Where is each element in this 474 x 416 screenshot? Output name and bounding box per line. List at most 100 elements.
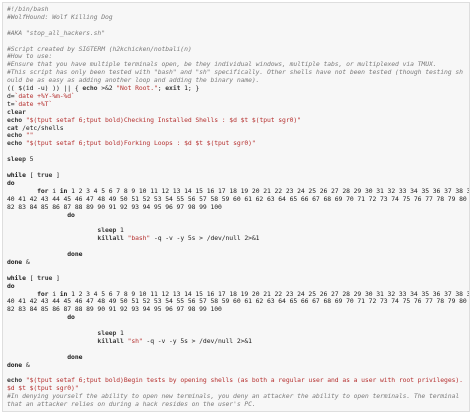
code-text: [ xyxy=(25,170,38,179)
code-text: ] xyxy=(52,170,60,179)
code-line: while [ true ] xyxy=(7,273,466,283)
code-string: "$(tput setaf 6;tput bold)Begin tests by… xyxy=(7,376,467,393)
code-text: -q -v -y 5s > /dev/null 2>&1 xyxy=(142,336,252,345)
code-text: & xyxy=(22,360,30,369)
code-command: killall xyxy=(97,336,124,345)
code-line: d=`date +%Y-%m-%d` xyxy=(7,91,466,101)
code-text: 82 83 84 85 86 87 88 89 90 91 92 93 94 9… xyxy=(7,305,222,314)
code-text: 1 2 3 4 5 6 7 8 9 10 11 12 13 14 15 16 1… xyxy=(67,186,470,195)
code-line: #WolfHound: Wolf Killing Dog xyxy=(7,12,466,22)
code-comment: #WolfHound: Wolf Killing Dog xyxy=(7,12,113,21)
code-line: #AKA "stop_all_hackers.sh" xyxy=(7,28,466,38)
code-keyword: for xyxy=(37,186,49,195)
code-keyword: do xyxy=(67,210,75,219)
code-text: 1 2 3 4 5 6 7 8 9 10 11 12 13 14 15 16 1… xyxy=(67,289,470,298)
code-comment: #Script created by SIGTERM (h2kchicken/n… xyxy=(7,44,192,53)
code-text: i xyxy=(48,289,60,298)
code-string: "Not Root." xyxy=(116,84,158,93)
code-comment: #In denying yourself the ability to open… xyxy=(7,392,463,409)
code-line: killall "bash" -q -v -y 5s > /dev/null 2… xyxy=(7,234,466,243)
code-line: do xyxy=(7,313,466,322)
code-string: "sh" xyxy=(127,336,143,345)
code-line: do xyxy=(7,210,466,220)
code-text: /etc/shells xyxy=(18,123,64,132)
code-text: -q -v -y 5s > /dev/null 2>&1 xyxy=(150,234,260,243)
code-command: exit xyxy=(165,84,181,93)
code-text: 40 41 42 43 44 45 46 47 48 49 50 51 52 5… xyxy=(7,297,470,306)
code-text: & xyxy=(22,257,30,266)
code-keyword: for xyxy=(37,289,49,298)
code-keyword: while xyxy=(7,170,26,179)
code-command: sleep xyxy=(7,155,26,164)
code-line: done & xyxy=(7,360,466,370)
code-text: ] xyxy=(52,273,60,282)
code-line: while [ true ] xyxy=(7,170,466,180)
code-line: killall "sh" -q -v -y 5s > /dev/null 2>&… xyxy=(7,336,466,346)
code-command: echo xyxy=(7,376,23,385)
code-command: killall xyxy=(97,234,124,243)
code-line: (( $(id -u) )) || { echo >&2 "Not Root."… xyxy=(7,84,466,93)
code-string: "$(tput setaf 6;tput bold)Forking Loops … xyxy=(25,139,256,148)
code-line: #Script created by SIGTERM (h2kchicken/n… xyxy=(7,44,466,54)
code-command: echo xyxy=(7,131,23,140)
code-command: clear xyxy=(7,107,26,116)
code-command: sleep xyxy=(97,226,117,235)
code-line: sleep 5 xyxy=(7,155,466,164)
code-line: 82 83 84 85 86 87 88 89 90 91 92 93 94 9… xyxy=(7,305,466,314)
code-comment: #How to use: xyxy=(7,52,53,61)
code-keyword: do xyxy=(7,281,15,290)
code-comment: #This script has only been tested with "… xyxy=(7,68,463,85)
code-line: #This script has only been tested with "… xyxy=(7,68,466,85)
code-text: 5 xyxy=(25,155,34,164)
code-line: done xyxy=(7,250,466,259)
code-command: echo xyxy=(7,139,23,148)
code-line: echo "$(tput setaf 6;tput bold)Checking … xyxy=(7,115,466,125)
code-text: i xyxy=(48,186,60,195)
code-keyword: done xyxy=(7,257,23,266)
code-command: true xyxy=(37,273,53,282)
code-line: #In denying yourself the ability to open… xyxy=(7,392,466,409)
code-text: t= xyxy=(7,99,15,108)
code-command: echo xyxy=(7,115,23,124)
code-text: 1 xyxy=(116,329,124,338)
code-string: "" xyxy=(25,131,34,140)
code-keyword: done xyxy=(67,352,83,361)
code-command: echo xyxy=(82,84,98,93)
code-text: 40 41 42 43 44 45 46 47 48 49 50 51 52 5… xyxy=(7,194,470,203)
code-comment: #AKA "stop_all_hackers.sh" xyxy=(7,28,105,37)
code-string: "$(tput setaf 6;tput bold)Checking Insta… xyxy=(25,115,301,124)
code-text: (( $(id -u) )) || { xyxy=(7,84,83,93)
code-line: echo "$(tput setaf 6;tput bold)Begin tes… xyxy=(7,376,467,393)
code-string: `date +%Y-%m-%d` xyxy=(14,91,75,100)
code-text: [ xyxy=(25,273,38,282)
code-line: t=`date +%T` xyxy=(7,99,466,109)
code-keyword: done xyxy=(67,250,83,258)
code-string: "bash" xyxy=(127,234,151,243)
code-keyword: do xyxy=(7,178,15,187)
code-command: true xyxy=(37,170,53,179)
code-text: 1; } xyxy=(180,84,200,93)
code-line: cat /etc/shells xyxy=(7,123,466,133)
code-line: done xyxy=(7,352,466,362)
code-text: >&2 xyxy=(97,84,117,93)
code-keyword: do xyxy=(67,313,75,322)
code-viewer: #!/bin/bash #WolfHound: Wolf Killing Dog #… xyxy=(2,2,470,412)
code-command: sleep xyxy=(97,329,117,338)
code-line: 82 83 84 85 86 87 88 89 90 91 92 93 94 9… xyxy=(7,203,466,212)
code-line: done & xyxy=(7,257,466,267)
code-text: 1 xyxy=(116,226,124,235)
code-string: `date +%T` xyxy=(14,99,53,108)
